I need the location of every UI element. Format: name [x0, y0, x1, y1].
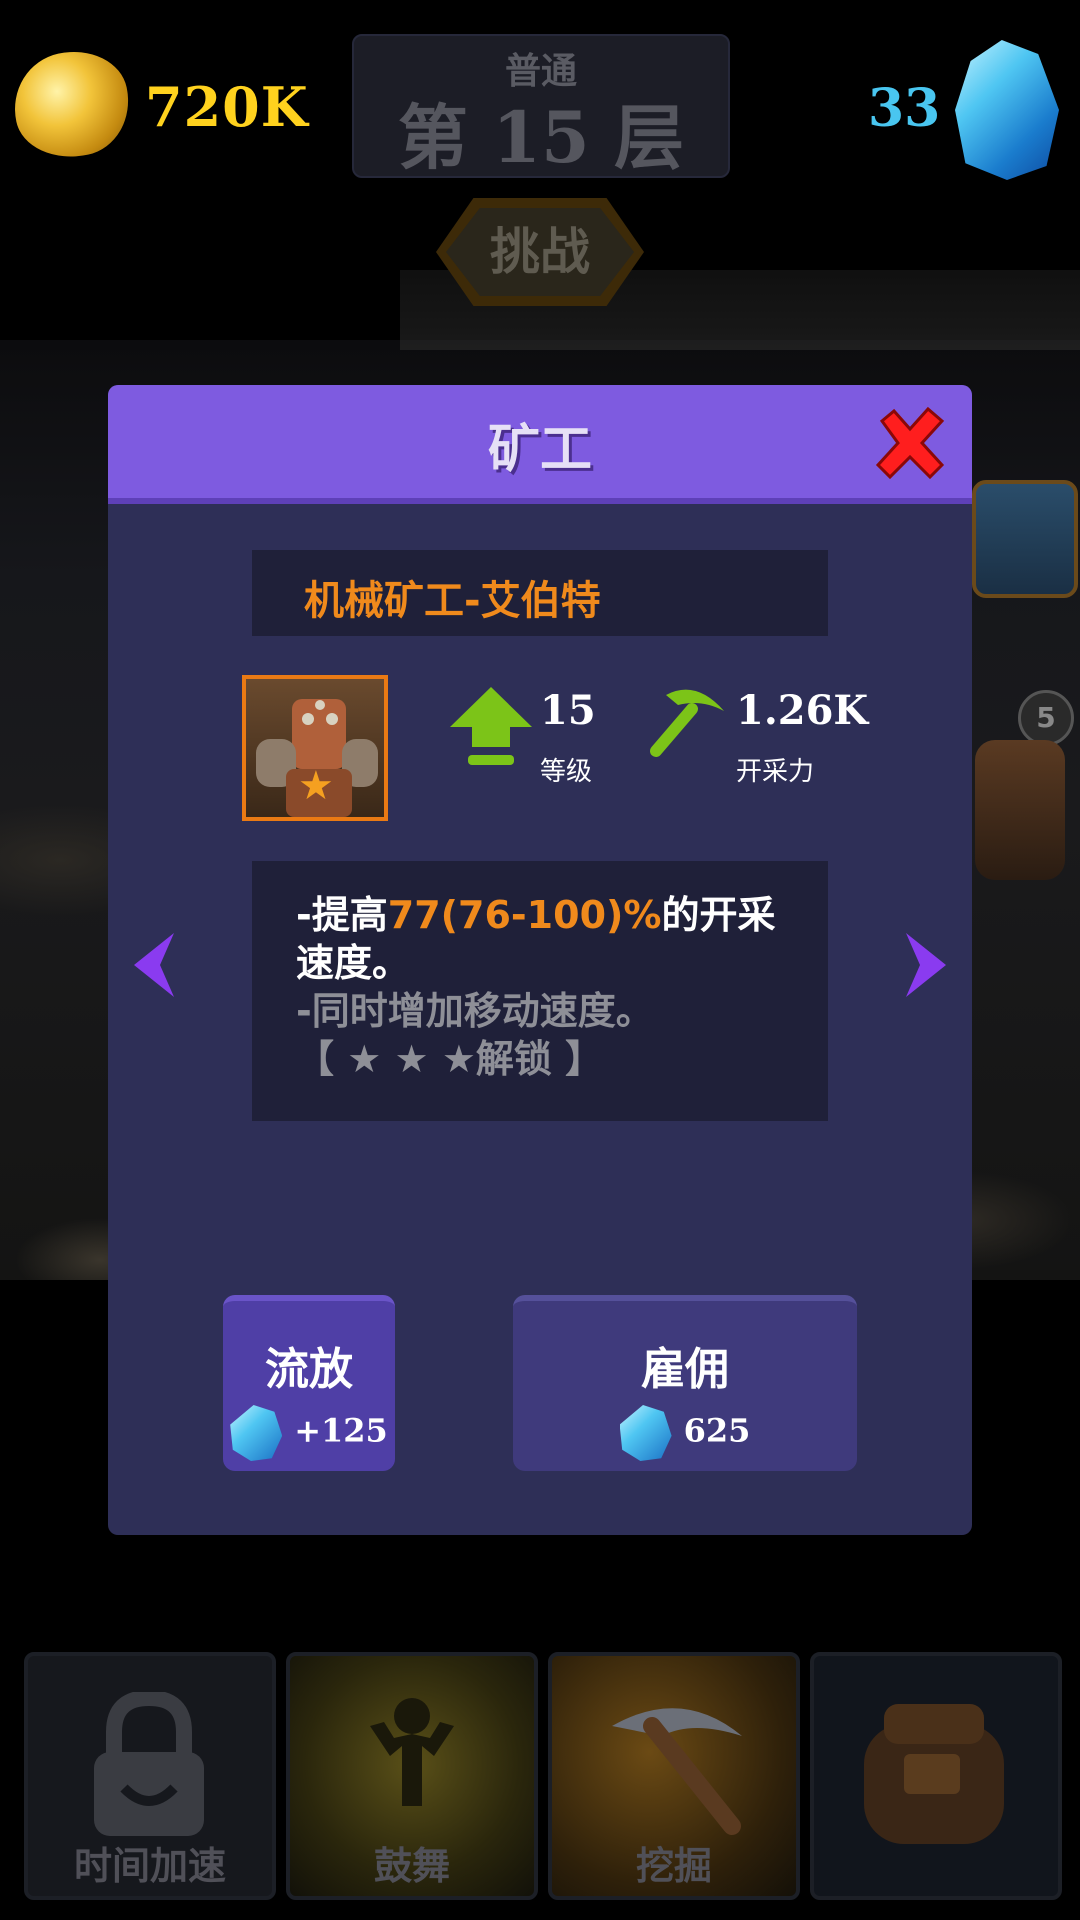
gem-amount: 33: [868, 78, 941, 139]
top-bar: 720K 普通 第 15 层 挑战 33: [0, 0, 1080, 330]
mining-power-value: 1.26K: [736, 687, 869, 734]
pickaxe-icon: [612, 1708, 742, 1835]
dialog-title: 矿工: [487, 420, 592, 480]
hire-label: 雇佣: [641, 1344, 729, 1395]
skill-inspire[interactable]: 鼓舞: [286, 1652, 538, 1900]
desc-suffix: 的开采: [661, 893, 776, 937]
desc-line2: 速度。: [296, 941, 411, 985]
gold-nugget-icon: [4, 41, 139, 168]
exile-reward: +125: [223, 1405, 395, 1461]
skill-dig[interactable]: 挖掘: [548, 1652, 800, 1900]
pickaxe-icon: [650, 689, 724, 757]
miner-portrait[interactable]: ★: [242, 675, 388, 821]
gem-icon: [619, 1405, 672, 1461]
mining-power-label: 开采力: [736, 757, 815, 787]
flexing-figure-icon: [370, 1698, 454, 1806]
skill-time-boost[interactable]: 时间加速: [24, 1652, 276, 1900]
close-icon[interactable]: [872, 405, 948, 481]
desc-prefix: -提高: [296, 893, 388, 937]
gold-amount: 720K: [145, 75, 309, 139]
level-value: 15: [540, 687, 596, 734]
challenge-button[interactable]: 挑战: [436, 198, 644, 306]
hire-value: 625: [683, 1411, 751, 1450]
skill-description: -提高77(76-100)%的开采 速度。 -同时增加移动速度。 【 ★ ★ ★…: [296, 891, 816, 1083]
hire-cost: 625: [513, 1405, 857, 1461]
gem-icon: [955, 40, 1059, 180]
desc-line3: -同时增加移动速度。: [296, 989, 654, 1033]
hire-button[interactable]: 雇佣 625: [513, 1295, 857, 1471]
level-label: 等级: [540, 757, 593, 787]
exile-value: +125: [294, 1411, 388, 1450]
skill-label: 鼓舞: [373, 1844, 450, 1888]
star-icon: ★: [298, 763, 334, 809]
desc-highlight: 77(76-100)%: [387, 893, 662, 937]
backpack-icon: [864, 1704, 1004, 1844]
chest-icon: [972, 480, 1078, 598]
miner-character: [975, 740, 1065, 880]
miner-dialog: 矿工 机械矿工-艾伯特 ★ 15 等级 1.26K 开采力 -提高77(76-1…: [108, 385, 972, 1535]
skill-label: 时间加速: [73, 1844, 226, 1888]
miner-name: 机械矿工-艾伯特: [304, 578, 601, 624]
lock-icon: [94, 1692, 204, 1836]
miner-name-panel: 机械矿工-艾伯特: [252, 550, 828, 636]
floor-level: 第 15 层: [397, 96, 685, 179]
skill-description-panel: -提高77(76-100)%的开采 速度。 -同时增加移动速度。 【 ★ ★ ★…: [252, 861, 828, 1121]
next-arrow-icon[interactable]: [896, 925, 956, 1005]
exile-button[interactable]: 流放 +125: [223, 1295, 395, 1471]
skill-label: 挖掘: [635, 1844, 712, 1888]
exile-label: 流放: [265, 1344, 353, 1395]
desc-unlock: 【 ★ ★ ★解锁 】: [296, 1037, 604, 1081]
level-up-arrow-icon: [450, 687, 532, 765]
shaft-level-badge: 5: [1018, 690, 1074, 746]
skill-chest[interactable]: [810, 1652, 1062, 1900]
floor-indicator: 普通 第 15 层: [352, 34, 730, 179]
gem-icon: [230, 1405, 283, 1461]
dialog-header: 矿工: [108, 385, 972, 504]
previous-arrow-icon[interactable]: [124, 925, 184, 1005]
